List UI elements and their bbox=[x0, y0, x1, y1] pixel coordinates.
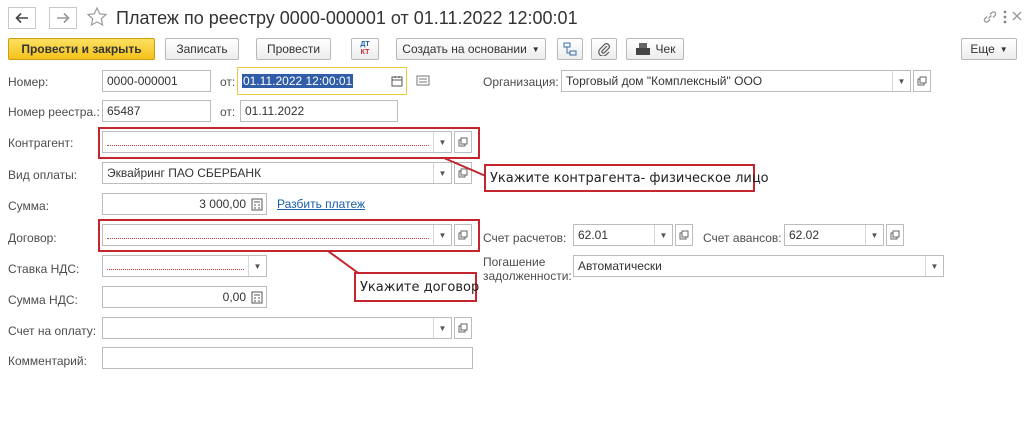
counterparty-label: Контрагент: bbox=[8, 136, 74, 150]
paperclip-icon bbox=[598, 43, 610, 56]
calculator-icon[interactable] bbox=[251, 198, 263, 214]
more-vertical-icon[interactable] bbox=[1001, 8, 1009, 26]
vat-rate-field[interactable]: ▼ bbox=[102, 255, 267, 277]
required-underline bbox=[107, 268, 244, 270]
favorite-star-icon[interactable] bbox=[86, 6, 108, 28]
receipt-label: Чек bbox=[655, 42, 676, 56]
registry-number-label: Номер реестра.: bbox=[8, 105, 100, 119]
dt-kt-button[interactable]: ДТ КТ bbox=[351, 38, 379, 60]
comment-bubble-icon[interactable] bbox=[416, 75, 430, 90]
advance-account-label: Счет авансов: bbox=[703, 231, 782, 245]
organization-open-button[interactable] bbox=[913, 70, 931, 92]
back-button[interactable] bbox=[8, 7, 36, 29]
close-icon[interactable] bbox=[1011, 9, 1023, 23]
comment-field[interactable] bbox=[102, 347, 473, 369]
open-window-icon bbox=[890, 230, 900, 240]
debt-repayment-label-2: задолженности: bbox=[483, 269, 572, 283]
hierarchy-icon bbox=[563, 42, 577, 56]
registry-number-field[interactable]: 65487 bbox=[102, 100, 211, 122]
vat-amount-label: Сумма НДС: bbox=[8, 293, 78, 307]
page-title: Платеж по реестру 0000-000001 от 01.11.2… bbox=[116, 8, 578, 28]
advance-account-open-button[interactable] bbox=[886, 224, 904, 246]
chevron-down-icon[interactable]: ▼ bbox=[925, 256, 943, 276]
counterparty-callout-connector bbox=[443, 157, 489, 178]
chevron-down-icon: ▼ bbox=[531, 44, 540, 54]
contract-label: Договор: bbox=[8, 231, 57, 245]
create-based-on-button[interactable]: Создать на основании ▼ bbox=[396, 38, 546, 60]
dt-label: ДТ bbox=[360, 41, 370, 48]
open-window-icon bbox=[679, 230, 689, 240]
chevron-down-icon[interactable]: ▼ bbox=[433, 318, 451, 338]
invoice-field[interactable]: ▼ bbox=[102, 317, 452, 339]
kt-label: КТ bbox=[360, 49, 370, 56]
more-label: Еще bbox=[970, 42, 995, 56]
calculator-icon[interactable] bbox=[251, 291, 263, 307]
chevron-down-icon[interactable]: ▼ bbox=[865, 225, 883, 245]
arrow-right-icon bbox=[57, 12, 70, 24]
cash-register-icon bbox=[635, 43, 650, 55]
receipt-button[interactable]: Чек bbox=[626, 38, 684, 60]
save-button[interactable]: Записать bbox=[165, 38, 239, 60]
debt-repayment-label-1: Погашение bbox=[483, 255, 546, 269]
invoice-open-button[interactable] bbox=[454, 317, 472, 339]
debt-repayment-field[interactable]: Автоматически ▼ bbox=[573, 255, 944, 277]
payment-type-field[interactable]: Эквайринг ПАО СБЕРБАНК ▼ bbox=[102, 162, 452, 184]
amount-label: Сумма: bbox=[8, 199, 50, 213]
vat-amount-field[interactable]: 0,00 bbox=[102, 286, 267, 308]
chevron-down-icon[interactable]: ▼ bbox=[892, 71, 910, 91]
attach-button[interactable] bbox=[591, 38, 617, 60]
arrow-left-icon bbox=[15, 12, 28, 24]
advance-account-field[interactable]: 62.02 ▼ bbox=[784, 224, 884, 246]
counterparty-highlight bbox=[98, 127, 480, 159]
calendar-icon[interactable] bbox=[391, 75, 403, 90]
registry-date-field[interactable]: 01.11.2022 bbox=[240, 100, 398, 122]
registry-date-from-label: от: bbox=[220, 105, 236, 119]
comment-label: Комментарий: bbox=[8, 354, 87, 368]
split-payment-link[interactable]: Разбить платеж bbox=[277, 197, 365, 211]
forward-button[interactable] bbox=[49, 7, 77, 29]
number-field[interactable]: 0000-000001 bbox=[102, 70, 211, 92]
date-value: 01.11.2022 12:00:01 bbox=[242, 74, 354, 88]
open-window-icon bbox=[917, 76, 927, 86]
number-label: Номер: bbox=[8, 75, 49, 89]
organization-label: Организация: bbox=[483, 75, 559, 89]
link-icon[interactable] bbox=[981, 8, 999, 26]
payment-type-label: Вид оплаты: bbox=[8, 168, 78, 182]
structure-button[interactable] bbox=[557, 38, 583, 60]
post-and-close-button[interactable]: Провести и закрыть bbox=[8, 38, 155, 60]
vat-rate-label: Ставка НДС: bbox=[8, 262, 80, 276]
contract-callout: Укажите договор bbox=[354, 272, 479, 302]
chevron-down-icon: ▼ bbox=[999, 44, 1008, 54]
chevron-down-icon[interactable]: ▼ bbox=[248, 256, 266, 276]
post-button[interactable]: Провести bbox=[256, 38, 331, 60]
counterparty-callout: Укажите контрагента- физическое лицо bbox=[484, 164, 769, 192]
open-window-icon bbox=[458, 323, 468, 333]
settlement-account-open-button[interactable] bbox=[675, 224, 693, 246]
date-field[interactable]: 01.11.2022 12:00:01 bbox=[237, 67, 407, 95]
organization-field[interactable]: Торговый дом "Комплексный" ООО ▼ bbox=[561, 70, 911, 92]
more-button[interactable]: Еще ▼ bbox=[961, 38, 1017, 60]
invoice-label: Счет на оплату: bbox=[8, 324, 97, 338]
date-from-label: от: bbox=[220, 75, 236, 89]
amount-field[interactable]: 3 000,00 bbox=[102, 193, 267, 215]
contract-highlight bbox=[98, 219, 480, 252]
settlement-account-field[interactable]: 62.01 ▼ bbox=[573, 224, 673, 246]
create-based-on-label: Создать на основании bbox=[402, 42, 527, 56]
chevron-down-icon[interactable]: ▼ bbox=[654, 225, 672, 245]
settlement-account-label: Счет расчетов: bbox=[483, 231, 567, 245]
